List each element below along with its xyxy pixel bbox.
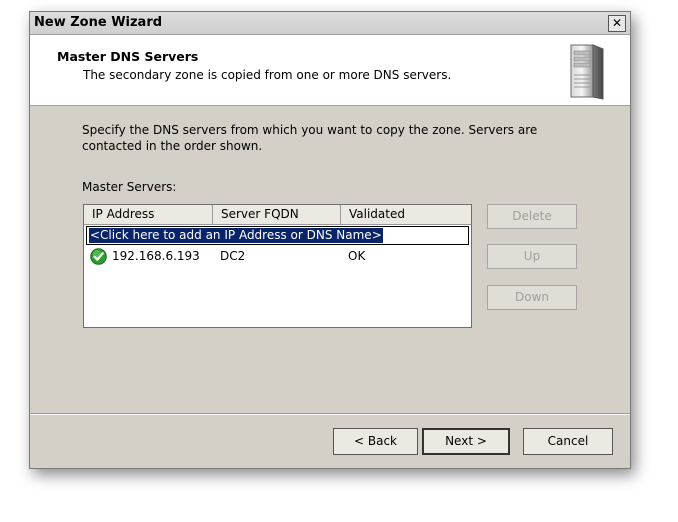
server-icon bbox=[570, 44, 604, 100]
cancel-button[interactable]: Cancel bbox=[523, 428, 613, 455]
check-ok-icon bbox=[90, 248, 107, 265]
new-zone-wizard-window: New Zone Wizard ✕ Master DNS Servers The… bbox=[29, 11, 631, 469]
down-button[interactable]: Down bbox=[487, 285, 577, 310]
wizard-header: Master DNS Servers The secondary zone is… bbox=[30, 35, 630, 106]
back-button[interactable]: < Back bbox=[333, 428, 418, 455]
page-subtitle: The secondary zone is copied from one or… bbox=[83, 68, 452, 82]
next-button[interactable]: Next > bbox=[422, 428, 510, 455]
footer-divider bbox=[30, 413, 630, 415]
add-server-prompt[interactable]: <Click here to add an IP Address or DNS … bbox=[89, 228, 383, 243]
column-header-ip-address[interactable]: IP Address bbox=[84, 205, 213, 225]
list-header: IP Address Server FQDN Validated bbox=[84, 205, 471, 225]
column-header-validated[interactable]: Validated bbox=[341, 205, 471, 225]
up-button[interactable]: Up bbox=[487, 244, 577, 269]
master-servers-label: Master Servers: bbox=[82, 180, 177, 194]
master-servers-list[interactable]: IP Address Server FQDN Validated <Click … bbox=[83, 204, 472, 328]
cell-ip-address: 192.168.6.193 bbox=[112, 249, 200, 263]
window-title: New Zone Wizard bbox=[34, 15, 163, 30]
delete-button[interactable]: Delete bbox=[487, 204, 577, 229]
title-bar: New Zone Wizard ✕ bbox=[30, 12, 630, 35]
cell-server-fqdn: DC2 bbox=[220, 249, 246, 263]
add-server-entry[interactable]: <Click here to add an IP Address or DNS … bbox=[86, 226, 469, 245]
page-title: Master DNS Servers bbox=[57, 49, 199, 64]
cell-validated: OK bbox=[348, 249, 366, 263]
column-header-server-fqdn[interactable]: Server FQDN bbox=[213, 205, 341, 225]
close-button[interactable]: ✕ bbox=[608, 15, 626, 32]
table-row[interactable]: 192.168.6.193 DC2 OK bbox=[88, 248, 468, 266]
instructions-text: Specify the DNS servers from which you w… bbox=[82, 123, 538, 153]
